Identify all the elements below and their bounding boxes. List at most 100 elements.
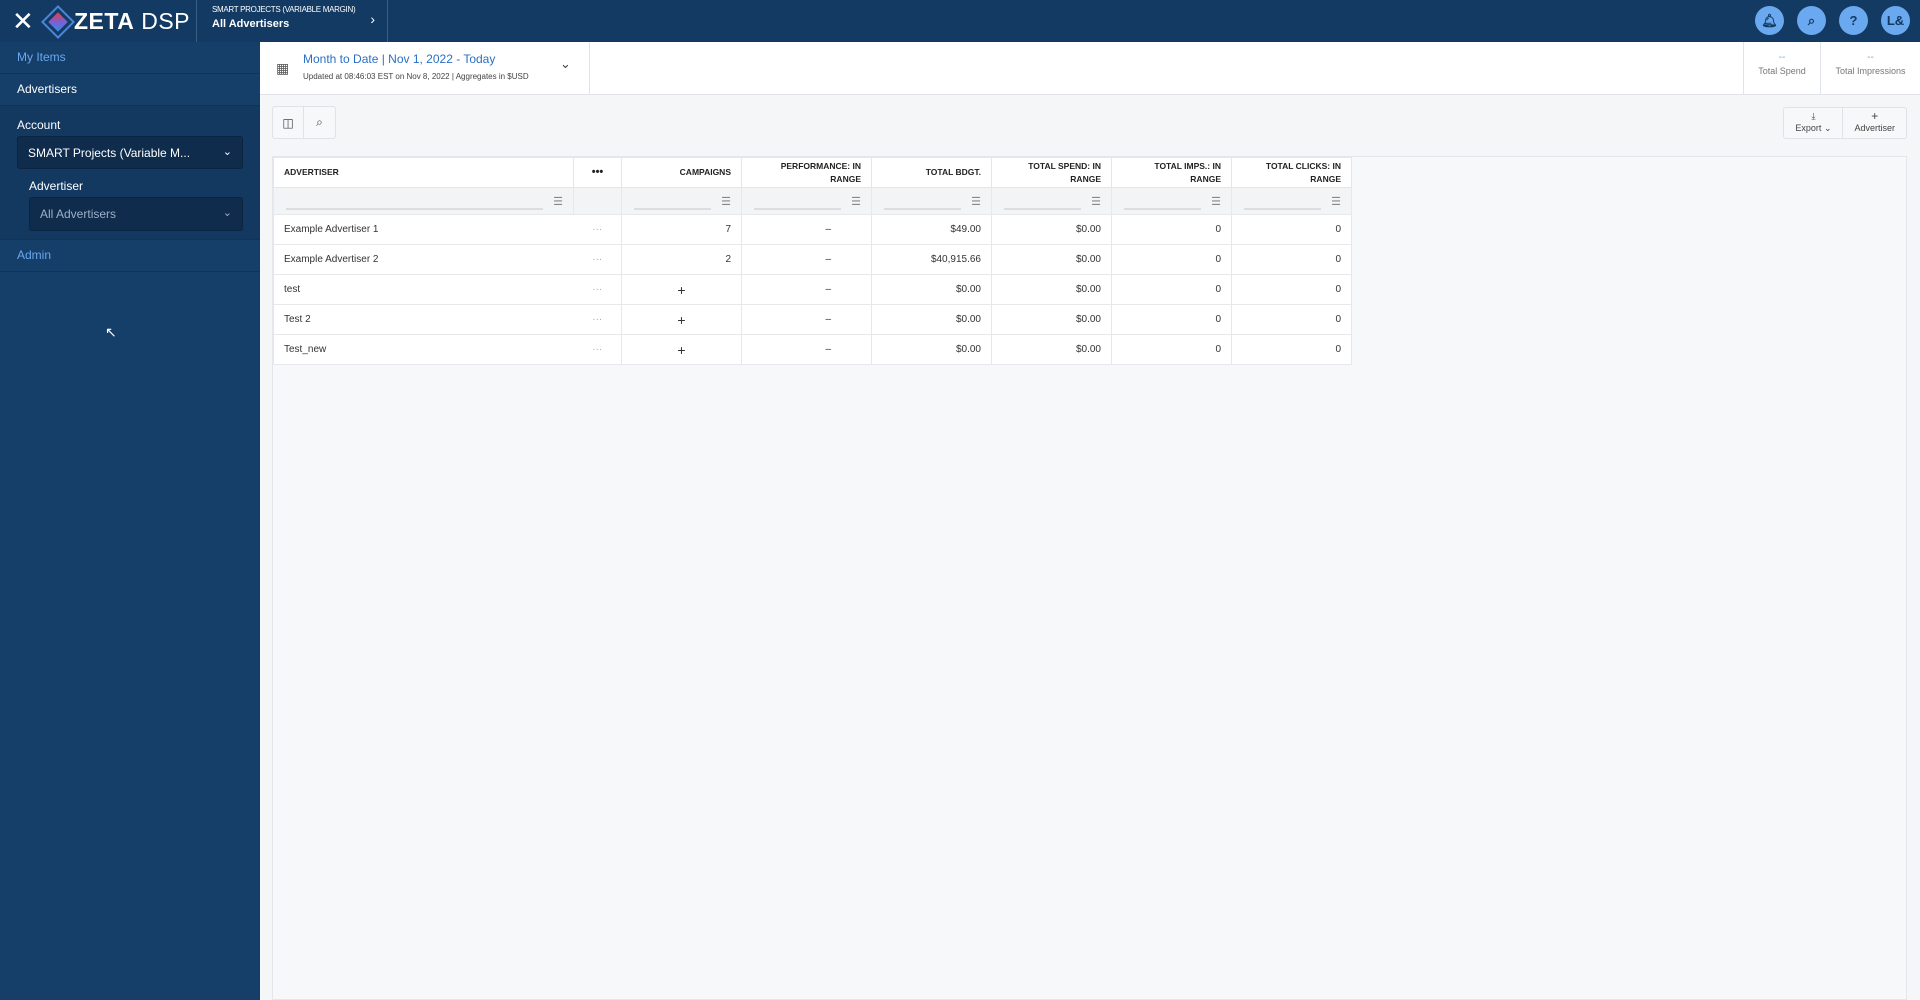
add-campaign-button[interactable]: + [621, 334, 742, 365]
budget-cell: $0.00 [871, 334, 992, 365]
clicks-cell: 0 [1231, 334, 1352, 365]
clicks-cell: 0 [1231, 244, 1352, 275]
spend-cell: $0.00 [991, 304, 1112, 335]
date-range[interactable]: Month to Date | Nov 1, 2022 - Today [303, 52, 495, 66]
account-label: Account [17, 118, 61, 132]
add-campaign-button[interactable]: + [621, 274, 742, 305]
filter-performance[interactable]: ☰ [741, 187, 872, 215]
bell-icon[interactable]: 🔔︎ [1755, 6, 1784, 35]
campaigns-cell: 7 [621, 214, 742, 245]
search-icon[interactable]: ⌕ [1797, 6, 1826, 35]
table-row[interactable]: Test 2 ··· + – $0.00 $0.00 0 0 [273, 304, 1352, 335]
date-kpi-bar: ▦ Month to Date | Nov 1, 2022 - Today Up… [260, 42, 1920, 95]
filter-row: ☰ ☰ ☰ ☰ ☰ ☰ ☰ [273, 187, 1352, 215]
account-select[interactable]: SMART Projects (Variable M... ⌄ [17, 136, 243, 169]
table-row[interactable]: Example Advertiser 1 ··· 7– $49.00 $0.00 0 0 [273, 214, 1352, 245]
chevron-right-icon[interactable]: › [370, 11, 375, 27]
download-icon: ⤓ [1811, 111, 1816, 121]
breadcrumb-account: SMART PROJECTS (VARIABLE MARGIN) [212, 5, 356, 14]
performance-cell: – [741, 334, 872, 365]
breadcrumb[interactable]: SMART PROJECTS (VARIABLE MARGIN) All Adv… [196, 0, 388, 42]
filter-icon[interactable]: ☰ [1091, 195, 1101, 208]
advertiser-name[interactable]: Test_new [273, 334, 574, 365]
row-menu-icon[interactable]: ··· [573, 304, 622, 335]
table-row[interactable]: Test_new ··· + – $0.00 $0.00 0 0 [273, 334, 1352, 365]
clicks-cell: 0 [1231, 304, 1352, 335]
search-icon[interactable]: ⌕ [304, 107, 335, 138]
advertiser-name[interactable]: Example Advertiser 1 [273, 214, 574, 245]
account-section: Account SMART Projects (Variable M... ⌄ A… [0, 106, 260, 240]
advertiser-name[interactable]: test [273, 274, 574, 305]
col-header-performance[interactable]: PERFORMANCE: IN RANGE [741, 157, 872, 188]
logo[interactable]: ZETA DSP [41, 4, 190, 39]
kpi-label: Total Spend [1758, 66, 1806, 76]
chevron-down-icon[interactable]: ⌄ [560, 56, 571, 72]
clicks-cell: 0 [1231, 274, 1352, 305]
sidebar-item-admin[interactable]: Admin [0, 240, 260, 272]
sidebar-item-my-items[interactable]: My Items [0, 42, 260, 74]
table-row[interactable]: test ··· + – $0.00 $0.00 0 0 [273, 274, 1352, 305]
advertiser-label: Advertiser [29, 179, 84, 193]
col-header-budget[interactable]: TOTAL BDGT. [871, 157, 992, 188]
table-row[interactable]: Example Advertiser 2 ··· 2– $40,915.66 $0.00… [273, 244, 1352, 275]
breadcrumb-current: All Advertisers [212, 18, 290, 30]
performance-cell: – [741, 244, 872, 275]
row-menu-icon[interactable]: ··· [573, 274, 622, 305]
filter-campaigns[interactable]: ☰ [621, 187, 742, 215]
imps-cell: 0 [1111, 244, 1232, 275]
clicks-cell: 0 [1231, 214, 1352, 245]
col-header-clicks[interactable]: TOTAL CLICKS: IN RANGE [1231, 157, 1352, 188]
performance-cell: – [741, 274, 872, 305]
chevron-down-icon: ⌄ [222, 146, 232, 158]
filter-icon[interactable]: ☰ [721, 195, 731, 208]
filter-icon[interactable]: ☰ [1331, 195, 1341, 208]
user-avatar[interactable]: L& [1881, 6, 1910, 35]
spend-cell: $0.00 [991, 244, 1112, 275]
advertiser-name[interactable]: Test 2 [273, 304, 574, 335]
budget-cell: $49.00 [871, 214, 992, 245]
advertiser-value: All Advertisers [40, 207, 117, 221]
filter-icon[interactable]: ☰ [553, 195, 563, 208]
sidebar: My Items Advertisers Account SMART Proje… [0, 42, 260, 1000]
kpi-value: -- [1867, 52, 1874, 63]
columns-icon[interactable]: ◫ [273, 107, 304, 138]
add-campaign-button[interactable]: + [621, 304, 742, 335]
header-row: ADVERTISER ••• CAMPAIGNS PERFORMANCE: IN… [273, 157, 1352, 188]
column-menu-icon[interactable]: ••• [573, 157, 622, 188]
imps-cell: 0 [1111, 274, 1232, 305]
col-header-advertiser[interactable]: ADVERTISER [273, 157, 574, 188]
export-button[interactable]: ⤓ Export ⌄ [1784, 108, 1844, 138]
col-header-spend[interactable]: TOTAL SPEND: IN RANGE [991, 157, 1112, 188]
filter-icon[interactable]: ☰ [851, 195, 861, 208]
filter-spend[interactable]: ☰ [991, 187, 1112, 215]
plus-icon: + [1871, 109, 1879, 123]
filter-icon[interactable]: ☰ [971, 195, 981, 208]
filter-advertiser[interactable]: ☰ [273, 187, 574, 215]
logo-text: ZETA [74, 8, 135, 34]
help-icon[interactable]: ? [1839, 6, 1868, 35]
row-menu-icon[interactable]: ··· [573, 214, 622, 245]
imps-cell: 0 [1111, 304, 1232, 335]
close-icon[interactable]: ✕ [12, 8, 34, 34]
updated-text: Updated at 08:46:03 EST on Nov 8, 2022 |… [303, 72, 529, 81]
account-value: SMART Projects (Variable M... [28, 146, 191, 160]
advertiser-select[interactable]: All Advertisers ⌄ [29, 197, 243, 231]
kpi-value: -- [1778, 52, 1786, 63]
filter-clicks[interactable]: ☰ [1231, 187, 1352, 215]
budget-cell: $0.00 [871, 304, 992, 335]
row-menu-icon[interactable]: ··· [573, 244, 622, 275]
col-header-imps[interactable]: TOTAL IMPS.: IN RANGE [1111, 157, 1232, 188]
filter-icon[interactable]: ☰ [1211, 195, 1221, 208]
kpi-total-impressions: -- Total Impressions [1820, 42, 1920, 95]
add-advertiser-button[interactable]: + Advertiser [1843, 108, 1906, 138]
date-range-picker[interactable]: ▦ Month to Date | Nov 1, 2022 - Today Up… [260, 42, 590, 95]
calendar-icon: ▦ [276, 60, 290, 76]
sidebar-item-advertisers[interactable]: Advertisers [0, 74, 260, 106]
row-menu-icon[interactable]: ··· [573, 334, 622, 365]
imps-cell: 0 [1111, 334, 1232, 365]
filter-budget[interactable]: ☰ [871, 187, 992, 215]
col-header-campaigns[interactable]: CAMPAIGNS [621, 157, 742, 188]
zeta-logo-icon [41, 4, 75, 39]
filter-imps[interactable]: ☰ [1111, 187, 1232, 215]
advertiser-name[interactable]: Example Advertiser 2 [273, 244, 574, 275]
